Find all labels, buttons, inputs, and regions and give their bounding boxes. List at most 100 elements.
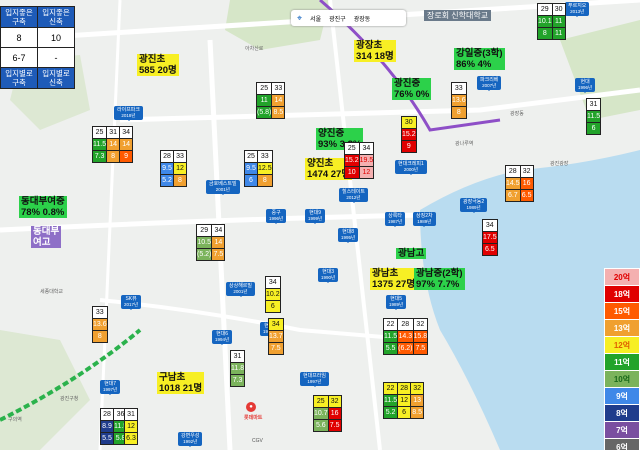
apt-pin-sangrok[interactable]: 상록타 1987년 (385, 212, 406, 227)
price-grid-prime[interactable]: 22 28 32 11.5 12 13 5.2 6 8.5 (382, 382, 425, 419)
breadcrumb-gwangjin[interactable]: 광진구 (329, 14, 346, 23)
school-gunam-elementary[interactable]: 구남초 1018 21명 (157, 372, 205, 394)
apt-year: 1992년 (183, 439, 198, 444)
location-breadcrumb[interactable]: ⌖ 서울 광진구 광장동 (291, 10, 406, 26)
apt-pin-hyundai6[interactable]: 현대6 1994년 (212, 330, 233, 345)
grid-price-cell: 5.2 (382, 406, 399, 419)
grid-price-cell: 5.5 (382, 342, 399, 355)
breadcrumb-gwangjang[interactable]: 광장동 (354, 14, 371, 23)
grid-price-cell: 10.7 (313, 407, 329, 420)
apt-pin-hillstate[interactable]: 힐스테이트 2012년 (339, 188, 369, 203)
grid-price-cell: 13 (410, 394, 425, 407)
apt-year: 2012년 (346, 195, 361, 200)
mart-icon[interactable]: ● (246, 402, 256, 412)
grid-price-cell: 14 (211, 236, 226, 249)
price-grid-dongdaebu[interactable]: 29 34 10.5 14 (5.2) 7.5 (195, 224, 226, 261)
price-grid-lifepark[interactable]: 25 31 34 11.5 14 14 7.3 8 9 (91, 126, 134, 163)
apt-pin-sangsang[interactable]: 상상해르빌 2001년 (226, 282, 256, 297)
grid-size-cell: 29 (195, 224, 213, 237)
price-grid-crepe[interactable]: 30 15.2 9 (401, 116, 417, 153)
price-grid-hyundai3[interactable]: 34 17.5 6.5 (482, 219, 498, 256)
school-label-line: 여고 (33, 237, 51, 248)
apt-year: 1994년 (215, 337, 230, 342)
apt-pin-hyundai9[interactable]: 현대9 1999년 (305, 209, 326, 224)
apt-year: 2001년 (215, 187, 230, 192)
apt-pin-hyundai3[interactable]: 현대3 1990년 (318, 268, 339, 283)
apt-pin-lifepark[interactable]: 라이프파크 2018년 (114, 106, 144, 121)
apt-pin-crepe1[interactable]: 현대크레피1 2000년 (395, 160, 427, 175)
school-gwangjin-elementary[interactable]: 광진초 585 20명 (137, 54, 179, 76)
apt-pin-hyundai5[interactable]: 현대5 1989년 (386, 295, 407, 310)
grid-price-cell: 5.5 (100, 432, 114, 445)
price-grid-hillstate[interactable]: 25 34 15.2 19.5 10 12 (344, 142, 375, 179)
mart-label: 롯데마트 (244, 415, 263, 421)
legend-item: 10억 (604, 370, 640, 388)
grid-price-cell: (5.2) (195, 248, 213, 261)
school-label-line: 585 20명 (139, 65, 177, 76)
price-grid-hyundai6[interactable]: 31 11.8 7.3 (229, 350, 246, 387)
crosshair-icon[interactable]: ⌖ (297, 13, 302, 24)
price-grid-hyundai-96[interactable]: 31 11.5 6 (585, 98, 602, 135)
grid-price-cell: 13.6 (451, 94, 467, 107)
school-label-line: 광남고 (398, 248, 425, 259)
apt-pin-prugio[interactable]: 푸르지오 2013년 (565, 2, 590, 17)
apt-pin-hyundai7[interactable]: 현대7 1997년 (100, 380, 121, 395)
price-grid-parkriver[interactable]: 33 13.6 8 (451, 82, 467, 119)
price-grid-hyundai2[interactable]: 34 13.7 7.5 (268, 318, 284, 355)
grid-price-cell: 6 (397, 406, 412, 419)
apt-year: 1997년 (307, 379, 322, 384)
school-label-line: 76% 0% (394, 89, 430, 100)
price-grid-hyundai-top[interactable]: 25 33 11 14 (5.8) 8.5 (255, 82, 286, 119)
apt-pin-junggu[interactable]: 중구 1996년 (266, 209, 287, 224)
apt-pin-geumho[interactable]: 금호베스트빌 2001년 (206, 180, 240, 195)
price-grid-gangbyeon[interactable]: 31 12 6.3 (124, 408, 138, 445)
apt-pin-hyundai8[interactable]: 현대8 1995년 (338, 228, 359, 243)
apt-pin-skview[interactable]: SK뷰 2017년 (121, 295, 142, 310)
price-grid-top-right[interactable]: 29 30 10.1 11 8 11 (537, 3, 566, 40)
school-label-line: 동대부 (33, 226, 60, 237)
map-canvas[interactable]: 구의역 광진구청 광장동 세종대학교 아차산로 광나루역 광진광장 입지좋은 구… (0, 0, 640, 450)
apt-pin-hyundai-96[interactable]: 현대 1996년 (575, 78, 596, 93)
school-gwangnam-elementary[interactable]: 광남초 1375 27명 (370, 268, 418, 290)
price-grid-skview[interactable]: 33 13.6 8 (92, 306, 108, 343)
school-gwangjang-elementary[interactable]: 광장초 314 18명 (354, 40, 396, 62)
school-gwangnam-high[interactable]: 광남고 (396, 248, 427, 259)
legend-item: 9억 (604, 387, 640, 405)
school-label-line: 1018 21명 (159, 383, 203, 394)
price-grid-geumho[interactable]: 28 33 9.5 12 5.2 8 (160, 150, 187, 187)
apt-year: 2001년 (233, 289, 248, 294)
apt-year: 1989년 (389, 302, 404, 307)
price-grid-prime2[interactable]: 25 32 10.7 16 5.6 7.5 (313, 395, 342, 432)
school-dongdaebu-middle[interactable]: 동대부여중 78% 0.8% (19, 196, 67, 218)
value-good-new: 10 (37, 27, 75, 48)
price-grid-geumho2[interactable]: 25 33 9.5 12.5 6 8 (244, 150, 273, 187)
grid-size-cell: 22 (382, 318, 399, 331)
grid-price-cell: 11.5 (382, 330, 399, 343)
school-gwangjin-middle[interactable]: 광진중 76% 0% (392, 78, 432, 100)
grid-size-cell: 28 (100, 408, 114, 421)
school-label-line: 구남초 (159, 372, 186, 383)
breadcrumb-seoul[interactable]: 서울 (310, 14, 321, 23)
apt-year: 1996년 (578, 85, 593, 90)
price-grid-sangsang[interactable]: 34 10.2 6 (265, 276, 281, 313)
apt-year: 2017년 (124, 302, 139, 307)
cgv-label: CGV (252, 438, 263, 444)
value-good-old: 8 (0, 27, 38, 48)
school-label-line: 97% 7.7% (416, 279, 460, 290)
school-dongdaebu-high[interactable]: 동대부 여고 (31, 226, 62, 248)
school-label-line: 광장초 (356, 40, 383, 51)
legend-item: 18억 (604, 285, 640, 303)
apt-pin-prime[interactable]: 현대프라임 1997년 (300, 372, 330, 387)
grid-price-cell: 11 (551, 15, 566, 28)
apt-pin-sangjing2[interactable]: 상징2차 1989년 (413, 212, 436, 227)
apt-pin-geukdong2[interactable]: 광장극동2 1989년 (460, 198, 488, 213)
price-grid-hyundai5[interactable]: 22 28 32 11.5 14.3 15.8 5.5 (6.2) 7.5 (382, 318, 429, 355)
grid-price-cell: 6.3 (124, 432, 138, 445)
price-grid-geukdong[interactable]: 28 32 14.5 16 6.7 6.5 (505, 165, 534, 202)
apt-pin-parkriver[interactable]: 파크리베 2007년 (477, 76, 502, 91)
school-gwangil-middle[interactable]: 강일중(3학) 86% 4% (454, 48, 505, 70)
school-gwangnam-middle[interactable]: 광남중(2학) 97% 7.7% (414, 268, 465, 290)
grid-size-cell: 34 (268, 318, 284, 331)
apt-year: 1999년 (308, 216, 323, 221)
apt-pin-gangbyeon[interactable]: 강변우성 1992년 (178, 432, 203, 447)
